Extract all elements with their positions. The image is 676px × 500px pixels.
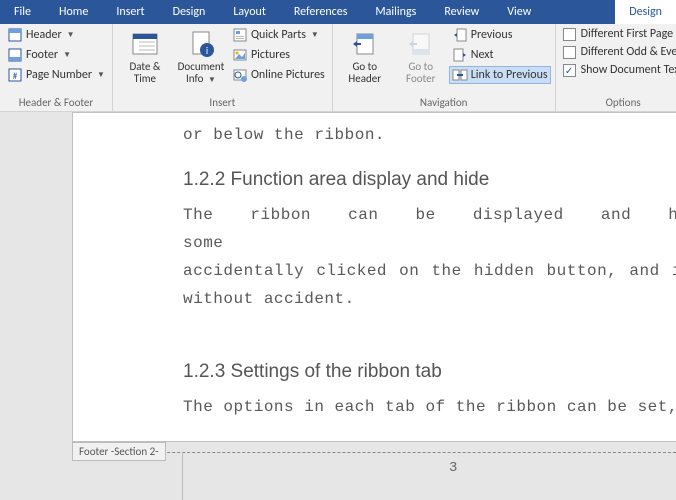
- tab-references[interactable]: References: [280, 0, 362, 24]
- footer-icon: [7, 47, 23, 63]
- tab-design[interactable]: Design: [159, 0, 220, 24]
- body-text: without accident.: [183, 285, 676, 313]
- goto-header-icon: [349, 28, 381, 60]
- body-text: accidentally clicked on the hidden butto…: [183, 257, 676, 285]
- tab-insert[interactable]: Insert: [102, 0, 158, 24]
- chevron-down-icon: ▼: [208, 75, 216, 85]
- tab-mailings[interactable]: Mailings: [361, 0, 430, 24]
- online-pictures-label: Online Pictures: [251, 68, 325, 82]
- different-first-page-checkbox[interactable]: Different First Page: [560, 26, 676, 42]
- group-label-navigation: Navigation: [337, 95, 551, 111]
- goto-footer-icon: [405, 28, 437, 60]
- online-pictures-icon: [232, 67, 248, 83]
- footer-section-tag: Footer -Section 2-: [72, 442, 166, 461]
- header-icon: [7, 27, 23, 43]
- pictures-label: Pictures: [251, 48, 290, 62]
- previous-button[interactable]: Previous: [449, 26, 551, 44]
- goto-footer-button: Go to Footer: [393, 26, 449, 87]
- different-first-page-label: Different First Page: [581, 27, 673, 41]
- show-document-text-checkbox[interactable]: ✓ Show Document Text: [560, 62, 676, 78]
- tab-file[interactable]: File: [0, 0, 45, 24]
- group-insert: Date & Time i Document Info ▼ Quick Part…: [113, 24, 333, 111]
- svg-text:i: i: [206, 44, 208, 57]
- calendar-icon: [129, 28, 161, 60]
- tab-home[interactable]: Home: [45, 0, 102, 24]
- link-to-previous-label: Link to Previous: [471, 68, 548, 82]
- next-label: Next: [471, 48, 494, 62]
- goto-footer-label: Go to Footer: [394, 61, 448, 85]
- document-info-dropdown[interactable]: i Document Info ▼: [173, 26, 229, 88]
- chevron-down-icon: ▼: [63, 50, 71, 60]
- tab-view[interactable]: View: [493, 0, 545, 24]
- tab-layout[interactable]: Layout: [219, 0, 280, 24]
- page: or below the ribbon. 1.2.2 Function area…: [72, 112, 676, 442]
- header-dropdown[interactable]: Header ▼: [4, 26, 108, 44]
- different-odd-even-label: Different Odd & Even: [581, 45, 676, 59]
- margin-guide: [182, 452, 183, 500]
- group-header-footer: Header ▼ Footer ▼ # Page Number ▼ Header…: [0, 24, 113, 111]
- document-info-icon: i: [185, 28, 217, 60]
- tab-context-design[interactable]: Design: [615, 0, 676, 24]
- page-number-field[interactable]: 3: [449, 460, 457, 476]
- chevron-down-icon: ▼: [311, 30, 319, 40]
- goto-header-label: Go to Header: [338, 61, 392, 85]
- previous-label: Previous: [471, 28, 513, 42]
- document-area[interactable]: or below the ribbon. 1.2.2 Function area…: [0, 112, 676, 500]
- group-options: Different First Page Different Odd & Eve…: [556, 24, 676, 111]
- body-text: The ribbon can be displayed and hidden, …: [183, 201, 676, 257]
- quick-parts-dropdown[interactable]: Quick Parts ▼: [229, 26, 328, 44]
- quick-parts-icon: [232, 27, 248, 43]
- next-button[interactable]: Next: [449, 46, 551, 64]
- checkbox-icon: [563, 46, 576, 59]
- tab-review[interactable]: Review: [430, 0, 493, 24]
- checkbox-checked-icon: ✓: [563, 64, 576, 77]
- body-text: The options in each tab of the ribbon ca…: [183, 393, 676, 421]
- footer-label: Footer: [26, 48, 58, 62]
- document-info-label: Document Info ▼: [174, 61, 228, 86]
- show-document-text-label: Show Document Text: [581, 63, 676, 77]
- group-label-options: Options: [560, 95, 676, 111]
- page-number-label: Page Number: [26, 68, 92, 82]
- previous-icon: [452, 27, 468, 43]
- svg-text:#: #: [13, 71, 18, 82]
- body-text: or below the ribbon.: [183, 121, 676, 149]
- page-number-icon: #: [7, 67, 23, 83]
- next-icon: [452, 47, 468, 63]
- date-time-label: Date & Time: [118, 61, 172, 85]
- checkbox-icon: [563, 28, 576, 41]
- chevron-down-icon: ▼: [97, 70, 105, 80]
- different-odd-even-checkbox[interactable]: Different Odd & Even: [560, 44, 676, 60]
- heading-1-2-2: 1.2.2 Function area display and hide: [183, 169, 676, 191]
- chevron-down-icon: ▼: [67, 30, 75, 40]
- ribbon: Header ▼ Footer ▼ # Page Number ▼ Header…: [0, 24, 676, 112]
- footer-dropdown[interactable]: Footer ▼: [4, 46, 108, 64]
- header-label: Header: [26, 28, 62, 42]
- group-label-insert: Insert: [117, 95, 328, 111]
- pictures-button[interactable]: Pictures: [229, 46, 328, 64]
- quick-parts-label: Quick Parts: [251, 28, 306, 42]
- group-navigation: Go to Header Go to Footer Previous Next …: [333, 24, 556, 111]
- page-number-dropdown[interactable]: # Page Number ▼: [4, 66, 108, 84]
- menu-tabbar: File Home Insert Design Layout Reference…: [0, 0, 676, 24]
- pictures-icon: [232, 47, 248, 63]
- heading-1-2-3: 1.2.3 Settings of the ribbon tab: [183, 361, 676, 383]
- link-icon: [452, 67, 468, 83]
- online-pictures-button[interactable]: Online Pictures: [229, 66, 328, 84]
- goto-header-button[interactable]: Go to Header: [337, 26, 393, 87]
- date-time-button[interactable]: Date & Time: [117, 26, 173, 87]
- link-to-previous-toggle[interactable]: Link to Previous: [449, 66, 551, 84]
- group-label-header-footer: Header & Footer: [4, 95, 108, 111]
